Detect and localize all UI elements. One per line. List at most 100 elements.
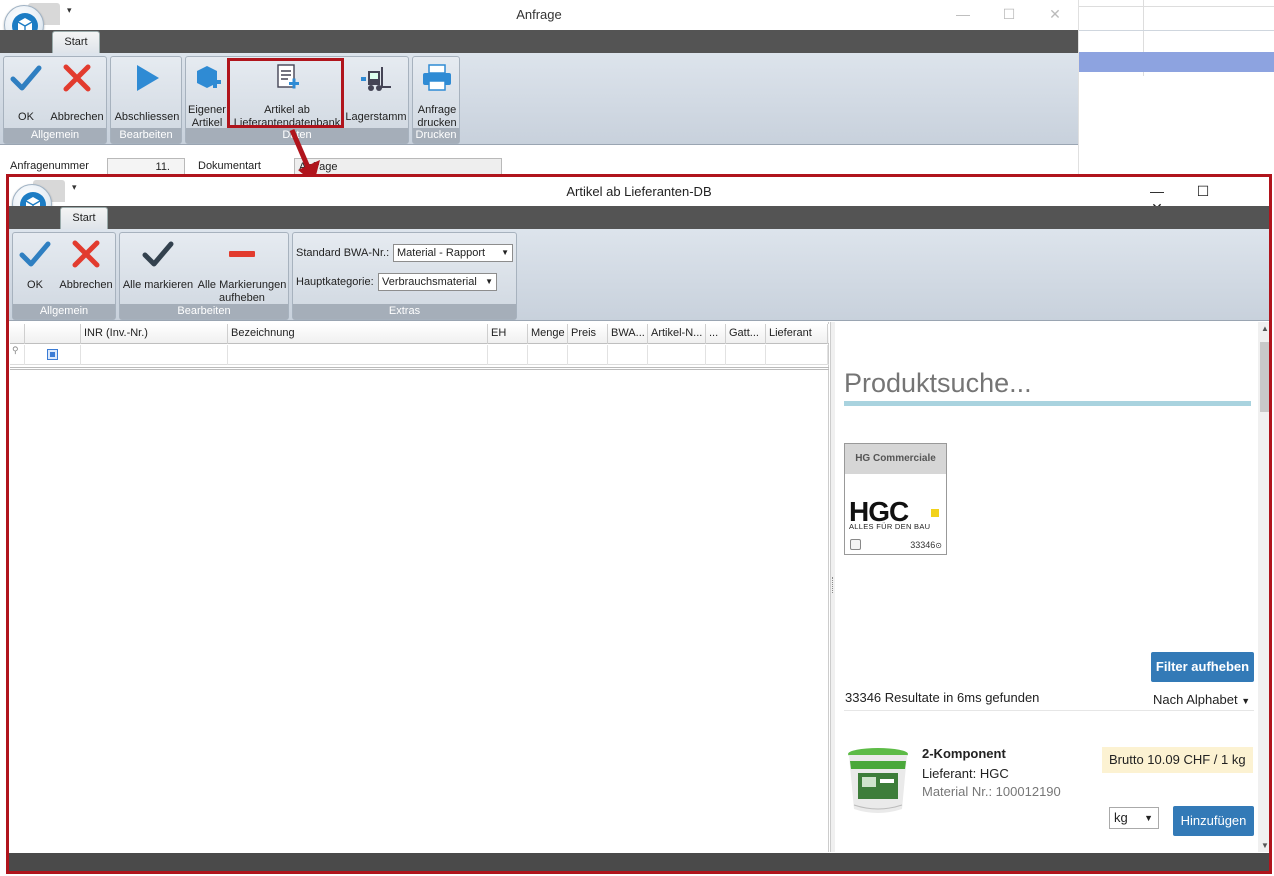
filter-preis[interactable] <box>568 345 608 365</box>
grid-column-lieferant[interactable]: Lieferant <box>766 324 828 344</box>
grid-header: INR (Inv.-Nr.) Bezeichnung EH Menge Prei… <box>10 324 829 344</box>
unit-select[interactable]: kg ▼ <box>1109 807 1159 829</box>
chevron-down-icon: ▼ <box>501 248 509 257</box>
ok-button[interactable]: OK <box>6 61 46 124</box>
product-search-input[interactable] <box>844 366 1251 406</box>
grid-column-bwa[interactable]: BWA... <box>608 324 648 344</box>
window-title: Anfrage <box>516 7 562 22</box>
alle-markieren-button[interactable]: Alle markieren <box>122 237 194 292</box>
caret-down-icon: ▼ <box>1241 696 1251 706</box>
filter-bwa[interactable] <box>608 345 648 365</box>
hauptkategorie-select[interactable]: Verbrauchsmaterial ▼ <box>378 273 497 291</box>
ribbon: OK Abbrechen Allgemein Abschliessen Bear… <box>0 53 1078 145</box>
check-all-icon <box>142 241 174 267</box>
grid-separator <box>10 367 829 370</box>
supplier-checkbox[interactable] <box>850 539 861 550</box>
standard-bwa-label: Standard BWA-Nr.: <box>296 247 390 259</box>
abschliessen-button[interactable]: Abschliessen <box>113 61 181 124</box>
grid-column-artikel-nr[interactable]: Artikel-N... <box>648 324 706 344</box>
grid-column-inr[interactable]: INR (Inv.-Nr.) <box>81 324 228 344</box>
sort-dropdown[interactable]: Nach Alphabet ▼ <box>1153 692 1250 707</box>
tab-start[interactable]: Start <box>60 207 108 229</box>
eigener-artikel-button[interactable]: Eigener Artikel <box>187 61 227 130</box>
maximize-icon[interactable]: ☐ <box>1180 183 1226 200</box>
filter-icon[interactable]: ⚲ <box>10 345 25 365</box>
select-all-checkbox[interactable] <box>47 349 58 360</box>
supplier-card-title: HG Commerciale <box>845 444 946 474</box>
dialog-title: Artikel ab Lieferanten-DB <box>566 184 712 199</box>
forklift-icon <box>361 67 391 91</box>
abbrechen-button[interactable]: Abbrechen <box>57 237 115 292</box>
panel-scrollbar[interactable]: ▲ ▼ <box>1258 322 1269 852</box>
scroll-down-icon[interactable]: ▼ <box>1261 841 1269 850</box>
group-bearbeiten: Alle markieren Alle Markierungen aufhebe… <box>119 232 289 320</box>
supplier-card-hgc[interactable]: HG Commerciale HGC ALLES FÜR DEN BAU 333… <box>844 443 947 555</box>
minus-icon <box>229 251 255 257</box>
dialog-ribbon-tabstrip: Start <box>9 206 1269 229</box>
ok-button[interactable]: OK <box>15 237 55 292</box>
filter-eh[interactable] <box>488 345 528 365</box>
result-summary: 33346 Resultate in 6ms gefunden <box>845 690 1040 705</box>
caret-down-icon: ▼ <box>1144 813 1153 823</box>
quick-access-dropdown-icon[interactable]: ▾ <box>72 182 77 193</box>
tab-start[interactable]: Start <box>52 31 100 53</box>
play-icon <box>137 65 159 91</box>
filter-lieferant[interactable] <box>766 345 828 365</box>
cancel-x-icon <box>72 240 100 268</box>
alle-markierungen-aufheben-button[interactable]: Alle Markierungen aufheben <box>196 237 288 305</box>
unit-value: kg <box>1114 810 1128 825</box>
group-allgemein: OK Abbrechen Allgemein <box>3 56 107 144</box>
quick-access-dropdown-icon[interactable]: ▾ <box>67 5 72 16</box>
grid-column-select[interactable] <box>25 324 81 344</box>
group-caption: Extras <box>293 304 516 319</box>
sort-label: Nach Alphabet <box>1153 692 1238 707</box>
ribbon-tabstrip: Start <box>0 30 1078 53</box>
product-name[interactable]: 2-Komponent <box>922 746 1006 761</box>
filter-inr[interactable] <box>81 345 228 365</box>
background-list-pane <box>1078 0 1274 180</box>
product-price-badge: Brutto 10.09 CHF / 1 kg <box>1102 747 1253 773</box>
grid-column-preis[interactable]: Preis <box>568 324 608 344</box>
anfrage-drucken-button[interactable]: Anfrage drucken <box>414 61 460 130</box>
abbrechen-button[interactable]: Abbrechen <box>48 61 106 124</box>
grid-column-bezeichnung[interactable]: Bezeichnung <box>228 324 488 344</box>
grid-column-menge[interactable]: Menge <box>528 324 568 344</box>
hauptkategorie-value: Verbrauchsmaterial <box>382 276 477 288</box>
group-caption: Drucken <box>413 128 459 143</box>
filter-select-cell[interactable] <box>25 345 81 365</box>
dialog-title-bar: Artikel ab Lieferanten-DB ▾ —☐✕ <box>9 177 1269 216</box>
logo-accent <box>931 509 939 517</box>
standard-bwa-value: Material - Rapport <box>397 247 486 259</box>
minimize-icon[interactable]: — <box>1134 183 1180 199</box>
lagerstamm-button[interactable]: Lagerstamm <box>344 61 408 124</box>
supplier-count: 33346⊙ <box>910 540 942 550</box>
product-image <box>848 748 908 813</box>
group-caption: Bearbeiten <box>120 304 288 319</box>
filter-artikel-nr[interactable] <box>648 345 706 365</box>
scrollbar-thumb[interactable] <box>1260 342 1269 412</box>
scroll-up-icon[interactable]: ▲ <box>1261 324 1269 333</box>
group-allgemein: OK Abbrechen Allgemein <box>12 232 116 320</box>
status-bar <box>9 853 1269 871</box>
group-drucken: Anfrage drucken Drucken <box>412 56 460 144</box>
filter-gattung[interactable] <box>726 345 766 365</box>
chevron-down-icon: ▼ <box>485 277 493 286</box>
highlight-box <box>227 58 344 128</box>
grid-column-eh[interactable]: EH <box>488 324 528 344</box>
grid-column-more[interactable]: ... <box>706 324 726 344</box>
standard-bwa-select[interactable]: Material - Rapport ▼ <box>393 244 513 262</box>
close-icon[interactable]: ✕ <box>1032 6 1078 23</box>
filter-more[interactable] <box>706 345 726 365</box>
divider <box>844 710 1254 711</box>
filter-aufheben-button[interactable]: Filter aufheben <box>1151 652 1254 682</box>
filter-bezeichnung[interactable] <box>228 345 488 365</box>
grid-column-gattung[interactable]: Gatt... <box>726 324 766 344</box>
add-article-icon <box>197 66 221 88</box>
cancel-x-icon <box>63 64 91 92</box>
panel-splitter[interactable] <box>830 322 835 852</box>
maximize-icon[interactable]: ☐ <box>986 6 1032 23</box>
minimize-icon[interactable]: — <box>940 6 986 22</box>
group-caption: Allgemein <box>13 304 115 319</box>
filter-menge[interactable] <box>528 345 568 365</box>
hinzufuegen-button[interactable]: Hinzufügen <box>1173 806 1254 836</box>
